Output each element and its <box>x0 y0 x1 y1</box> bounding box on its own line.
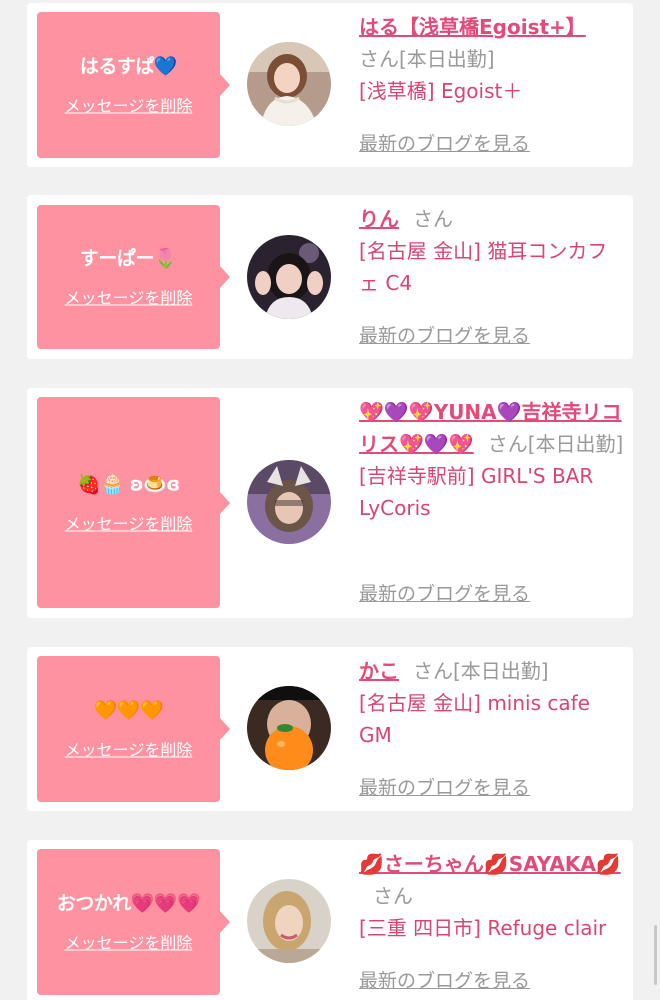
cast-info: 💖💜💖YUNA💜吉祥寺リコリス💖💜💖 さん[本日出勤] [吉祥寺駅前] GIRL'… <box>359 396 627 524</box>
delete-message-link[interactable]: メッセージを削除 <box>65 930 193 954</box>
honorific-label: さん <box>413 659 453 683</box>
blonde-woman-avatar-icon <box>247 879 331 963</box>
latest-blog-link[interactable]: 最新のブログを見る <box>359 129 530 156</box>
cast-info: りん さん [名古屋 金山] 猫耳コンカフェ C4 <box>359 203 627 299</box>
delete-message-link[interactable]: メッセージを削除 <box>65 510 193 534</box>
cast-avatar[interactable] <box>247 42 331 126</box>
message-card: おつかれ💗💗💗 メッセージを削除 💋さーちゃん💋SAYAKA💋 さん [三重 四日… <box>27 840 633 1000</box>
message-card: 🧡🧡🧡 メッセージを削除 かこ さん[本日出勤] [名古屋 金山] minis c… <box>27 647 633 811</box>
delete-message-link[interactable]: メッセージを削除 <box>65 285 193 309</box>
cast-avatar[interactable] <box>247 460 331 544</box>
status-badge: [本日出勤] <box>399 47 495 71</box>
status-badge: [本日出勤] <box>527 432 624 456</box>
message-text: 🧡🧡🧡 <box>93 699 164 722</box>
shop-name: [吉祥寺駅前] GIRL'S BAR LyCoris <box>359 464 594 520</box>
cast-info: 💋さーちゃん💋SAYAKA💋 さん [三重 四日市] Refuge clair <box>359 848 627 944</box>
honorific-label: さん <box>359 47 399 71</box>
girl-peace-sign-avatar-icon <box>247 235 331 319</box>
latest-blog-link[interactable]: 最新のブログを見る <box>359 579 530 606</box>
message-text: はるすぱ💙 <box>79 55 178 78</box>
message-text: 🍓🧁 ʚ🍮ɞ <box>77 473 180 495</box>
message-text: すーぱー🌷 <box>79 247 178 270</box>
message-card: 🍓🧁 ʚ🍮ɞ メッセージを削除 💖💜💖YUNA💜吉祥寺リコリス💖💜💖 さん[本日出… <box>27 388 633 618</box>
cast-info: かこ さん[本日出勤] [名古屋 金山] minis cafe GM <box>359 655 627 751</box>
message-card: すーぱー🌷 メッセージを削除 りん さん [名古屋 金山] 猫耳コンカフェ C4 … <box>27 195 633 359</box>
shop-name: [名古屋 金山] minis cafe GM <box>359 691 590 747</box>
cast-avatar[interactable] <box>247 686 331 770</box>
honorific-label: さん <box>413 207 453 231</box>
orange-face-avatar-icon <box>247 686 331 770</box>
cast-info: はる【浅草橋Egoist+】 さん[本日出勤] [浅草橋] Egoist＋ <box>359 11 627 107</box>
honorific-label: さん <box>487 432 528 456</box>
message-text: おつかれ💗💗💗 <box>56 892 201 915</box>
message-bubble: はるすぱ💙 メッセージを削除 <box>37 12 230 158</box>
scrollbar[interactable] <box>654 925 657 985</box>
message-bubble: おつかれ💗💗💗 メッセージを削除 <box>37 849 230 995</box>
cast-avatar[interactable] <box>247 235 331 319</box>
message-bubble: すーぱー🌷 メッセージを削除 <box>37 205 230 349</box>
delete-message-link[interactable]: メッセージを削除 <box>65 93 193 117</box>
cast-name-link[interactable]: 💋さーちゃん💋SAYAKA💋 <box>359 852 621 876</box>
message-bubble: 🧡🧡🧡 メッセージを削除 <box>37 656 230 802</box>
latest-blog-link[interactable]: 最新のブログを見る <box>359 773 530 800</box>
delete-message-link[interactable]: メッセージを削除 <box>65 737 193 761</box>
honorific-label: さん <box>373 884 413 908</box>
message-list: はるすぱ💙 メッセージを削除 はる【浅草橋Egoist+】 さん[本日出勤] [… <box>0 0 660 1000</box>
woman-white-dress-avatar-icon <box>247 42 331 126</box>
cast-name-link[interactable]: りん <box>359 207 399 231</box>
shop-name: [浅草橋] Egoist＋ <box>359 79 523 103</box>
girl-cat-ears-avatar-icon <box>247 460 331 544</box>
latest-blog-link[interactable]: 最新のブログを見る <box>359 321 530 348</box>
shop-name: [名古屋 金山] 猫耳コンカフェ C4 <box>359 239 608 295</box>
cast-name-link[interactable]: はる【浅草橋Egoist+】 <box>359 15 586 39</box>
latest-blog-link[interactable]: 最新のブログを見る <box>359 966 530 993</box>
cast-name-link[interactable]: かこ <box>359 659 399 683</box>
message-card: はるすぱ💙 メッセージを削除 はる【浅草橋Egoist+】 さん[本日出勤] [… <box>27 3 633 167</box>
message-bubble: 🍓🧁 ʚ🍮ɞ メッセージを削除 <box>37 397 230 608</box>
status-badge: [本日出勤] <box>453 659 549 683</box>
shop-name: [三重 四日市] Refuge clair <box>359 916 607 940</box>
cast-avatar[interactable] <box>247 879 331 963</box>
